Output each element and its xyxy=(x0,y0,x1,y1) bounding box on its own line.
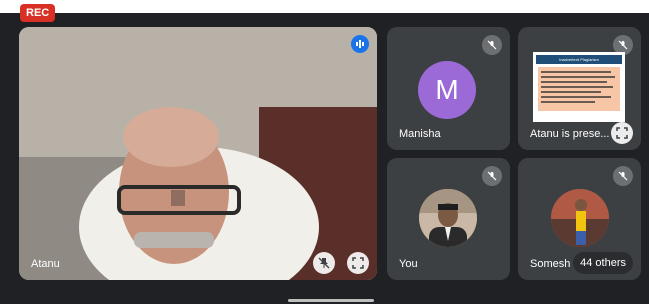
main-speaker-name: Atanu xyxy=(31,258,60,270)
main-speaker-tile[interactable]: Atanu xyxy=(19,27,377,280)
presenter-name: Atanu is prese... xyxy=(530,128,610,140)
slide-body xyxy=(538,67,620,111)
meeting-stage: Atanu M Manisha Inadvertent Plagiarism A… xyxy=(0,13,649,304)
slide-text-lines xyxy=(541,71,615,103)
pin-off-button[interactable] xyxy=(313,252,335,274)
mic-off-icon xyxy=(482,166,502,186)
audio-indicator-icon xyxy=(351,35,369,53)
avatar xyxy=(551,189,609,247)
participant-tile-you[interactable]: You xyxy=(387,158,510,280)
presentation-tile[interactable]: Inadvertent Plagiarism Atanu is prese... xyxy=(518,27,641,150)
recording-badge: REC xyxy=(20,4,56,22)
participant-tile-somesh[interactable]: Somesh 44 others xyxy=(518,158,641,280)
pin-off-icon xyxy=(318,257,330,269)
fullscreen-icon xyxy=(616,127,628,139)
participant-name: Manisha xyxy=(399,128,441,140)
participant-name: You xyxy=(399,258,418,270)
fullscreen-button[interactable] xyxy=(611,122,633,144)
home-indicator xyxy=(288,299,374,302)
fullscreen-button[interactable] xyxy=(347,252,369,274)
mic-off-icon xyxy=(613,166,633,186)
avatar: M xyxy=(418,61,476,119)
slide-title: Inadvertent Plagiarism xyxy=(536,55,622,64)
others-count-button[interactable]: 44 others xyxy=(573,252,633,274)
speaker-video xyxy=(19,27,377,280)
fullscreen-icon xyxy=(352,257,364,269)
shared-slide: Inadvertent Plagiarism xyxy=(533,52,625,122)
mic-off-icon xyxy=(482,35,502,55)
participant-tile-manisha[interactable]: M Manisha xyxy=(387,27,510,150)
participant-name: Somesh xyxy=(530,258,571,270)
avatar xyxy=(419,189,477,247)
